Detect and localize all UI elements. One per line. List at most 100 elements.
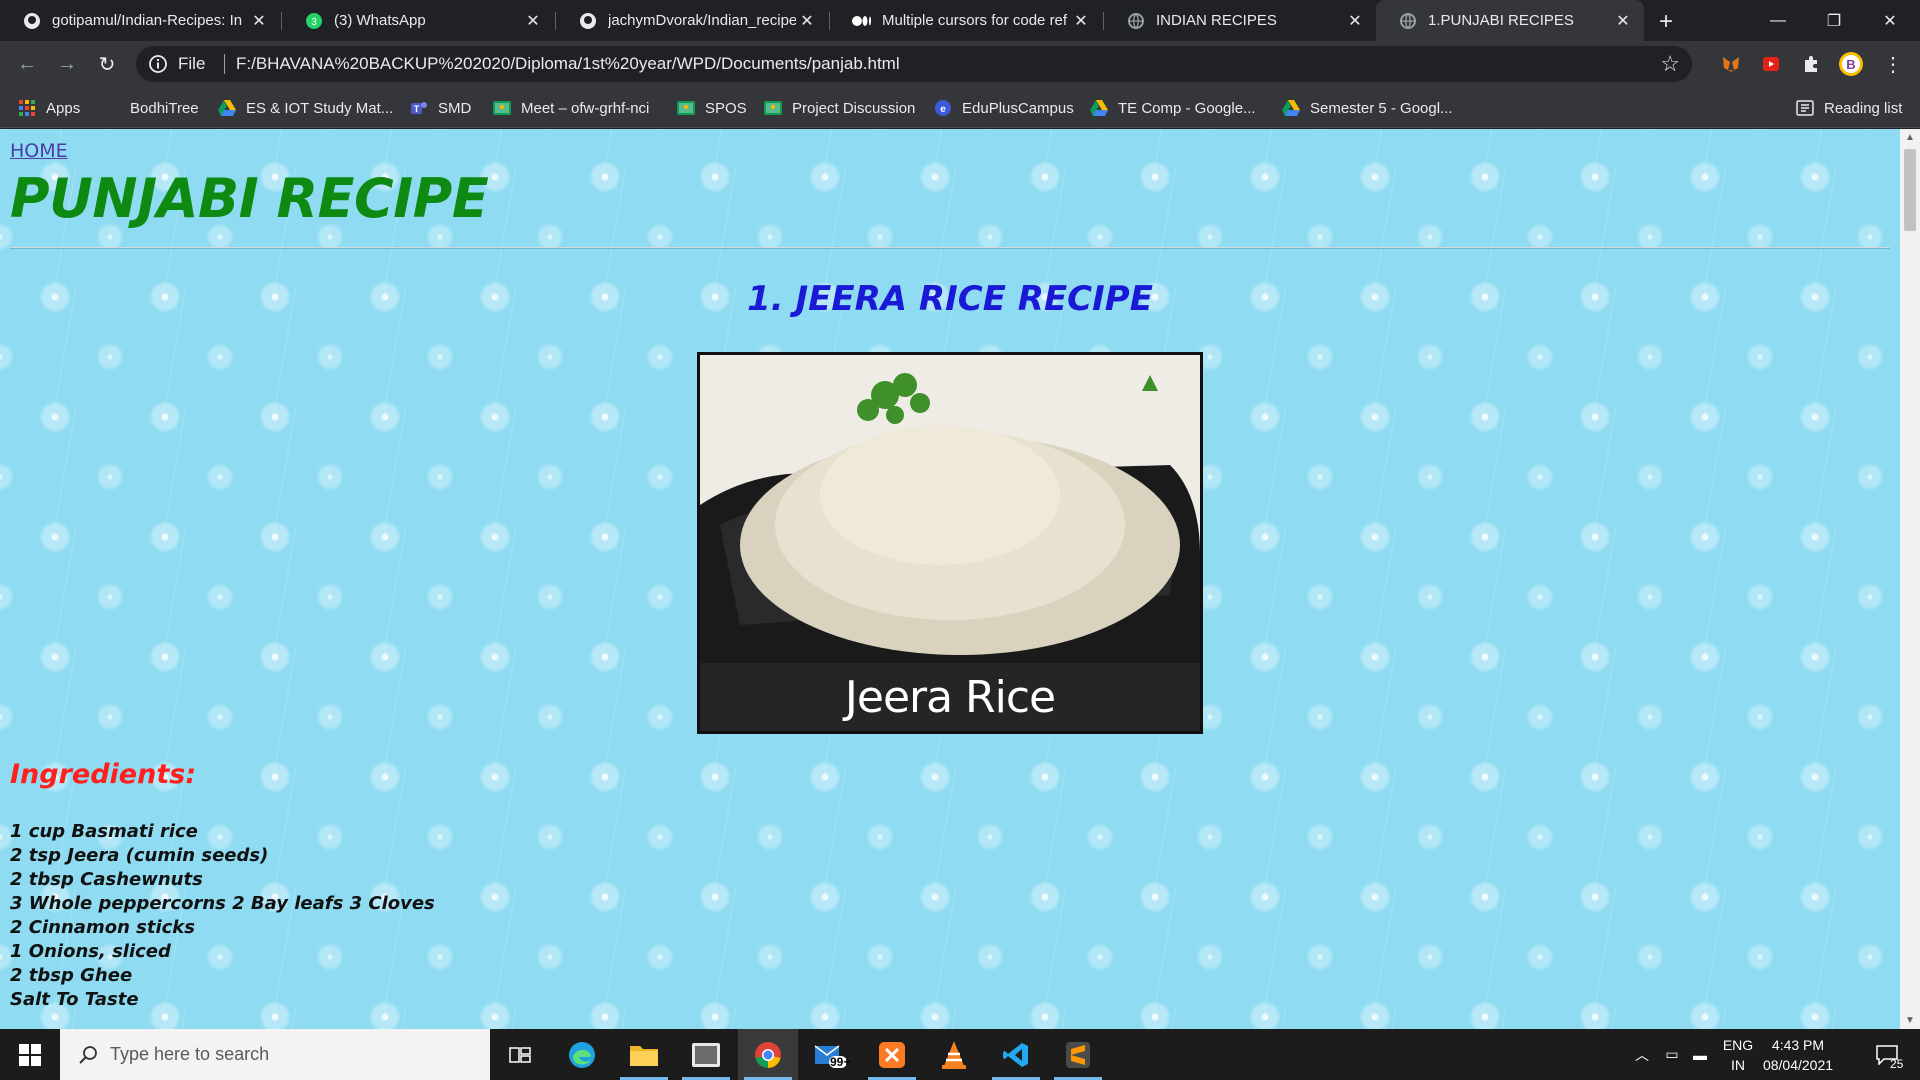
windows-start-button[interactable] bbox=[0, 1029, 60, 1080]
browser-toolbar: ← → ↻ File F:/BHAVANA%20BACKUP%202020/Di… bbox=[0, 41, 1920, 88]
close-icon[interactable]: ✕ bbox=[796, 10, 818, 32]
ingredient-item: 2 tbsp Ghee bbox=[10, 965, 133, 986]
recipe-title: 1. JEERA RICE RECIPE bbox=[747, 279, 1153, 319]
svg-text:B: B bbox=[1846, 57, 1855, 72]
medium-icon bbox=[852, 11, 872, 31]
chrome-menu-icon[interactable]: ⋮ bbox=[1880, 51, 1906, 77]
drive-icon bbox=[218, 99, 236, 117]
profile-avatar[interactable]: B bbox=[1838, 51, 1864, 77]
info-icon[interactable] bbox=[148, 54, 168, 74]
bookmark-semester5[interactable]: Semester 5 - Googl... bbox=[1282, 88, 1453, 128]
taskbar-chrome[interactable] bbox=[738, 1029, 798, 1080]
search-icon bbox=[79, 1045, 97, 1064]
video-icon bbox=[692, 1042, 720, 1067]
ingredient-item: Salt To Taste bbox=[10, 989, 139, 1010]
bookmark-project-discussion[interactable]: Project Discussion bbox=[764, 88, 915, 128]
task-view-button[interactable] bbox=[490, 1029, 550, 1080]
tab-indian-recipes[interactable]: INDIAN RECIPES ✕ bbox=[1104, 0, 1376, 41]
bookmark-smd[interactable]: T SMD bbox=[410, 88, 471, 128]
taskbar-video-editor[interactable] bbox=[676, 1029, 736, 1080]
taskbar-search-box[interactable]: Type here to search bbox=[60, 1029, 490, 1080]
horizontal-rule bbox=[10, 247, 1890, 249]
battery-icon[interactable]: ▬ bbox=[1688, 1029, 1712, 1080]
address-bar[interactable]: File F:/BHAVANA%20BACKUP%202020/Diploma/… bbox=[136, 46, 1692, 82]
page-viewport: HOME PUNJABI RECIPE 1. JEERA RICE RECIPE bbox=[0, 129, 1900, 1029]
ingredients-list: 1 cup Basmati rice 2 tsp Jeera (cumin se… bbox=[10, 820, 435, 1012]
vertical-scrollbar[interactable]: ▲ ▼ bbox=[1900, 129, 1920, 1029]
svg-text:T: T bbox=[414, 104, 420, 114]
reading-list-button[interactable]: Reading list bbox=[1796, 88, 1902, 128]
tab-github-jachym[interactable]: jachymDvorak/Indian_recipe ✕ bbox=[556, 0, 828, 41]
taskbar-sublime[interactable] bbox=[1048, 1029, 1108, 1080]
whatsapp-icon: 3 bbox=[304, 11, 324, 31]
edge-icon bbox=[569, 1041, 595, 1068]
github-icon bbox=[22, 11, 42, 31]
new-tab-button[interactable]: + bbox=[1652, 8, 1680, 36]
page-title: PUNJABI RECIPE bbox=[10, 167, 489, 230]
restore-button[interactable]: ❐ bbox=[1806, 0, 1862, 41]
xampp-icon bbox=[879, 1041, 905, 1068]
tray-overflow-chevron-icon[interactable]: ︿ bbox=[1630, 1029, 1654, 1080]
close-window-button[interactable]: ✕ bbox=[1862, 0, 1918, 41]
vlc-icon bbox=[942, 1040, 966, 1069]
back-button[interactable]: ← bbox=[12, 49, 42, 79]
scroll-up-arrow-icon[interactable]: ▲ bbox=[1900, 129, 1920, 146]
metamask-icon[interactable] bbox=[1718, 51, 1744, 77]
bookmark-spos[interactable]: SPOS bbox=[677, 88, 747, 128]
folder-icon bbox=[630, 1045, 658, 1066]
extensions-puzzle-icon[interactable] bbox=[1798, 51, 1824, 77]
ingredient-item: 2 tsp Jeera (cumin seeds) bbox=[10, 845, 269, 866]
teams-icon: T bbox=[410, 99, 428, 117]
windows-logo-icon bbox=[19, 1043, 41, 1066]
image-caption: Jeera Rice bbox=[700, 663, 1200, 731]
browser-window: gotipamul/Indian-Recipes: In ✕ 3 (3) Wha… bbox=[0, 0, 1920, 1080]
close-icon[interactable]: ✕ bbox=[1070, 10, 1092, 32]
bookmark-star-icon[interactable]: ☆ bbox=[1660, 51, 1680, 77]
taskbar-mail[interactable]: 99+ bbox=[800, 1029, 860, 1080]
bookmark-bodhitree[interactable]: BodhiTree bbox=[130, 88, 199, 128]
tab-github-gotipamul[interactable]: gotipamul/Indian-Recipes: In ✕ bbox=[0, 0, 280, 41]
bookmark-es-iot[interactable]: ES & IOT Study Mat... bbox=[218, 88, 393, 128]
bookmark-eduplus[interactable]: e EduPlusCampus bbox=[934, 88, 1074, 128]
notification-count: 25 bbox=[1890, 1057, 1904, 1071]
close-icon[interactable]: ✕ bbox=[522, 10, 544, 32]
eduplus-icon: e bbox=[934, 99, 952, 117]
ingredient-item: 1 Onions, sliced bbox=[10, 941, 171, 962]
tab-punjabi-recipes[interactable]: 1.PUNJABI RECIPES ✕ bbox=[1376, 0, 1644, 41]
reload-button[interactable]: ↻ bbox=[92, 49, 122, 79]
home-link[interactable]: HOME bbox=[10, 140, 68, 162]
svg-text:e: e bbox=[940, 104, 946, 115]
ingredients-heading: Ingredients: bbox=[10, 759, 197, 790]
taskbar-clock[interactable]: 4:43 PM 08/04/2021 bbox=[1748, 1035, 1848, 1075]
close-icon[interactable]: ✕ bbox=[1612, 10, 1634, 32]
drive-icon bbox=[1090, 99, 1108, 117]
taskbar-xampp[interactable] bbox=[862, 1029, 922, 1080]
bookmark-apps[interactable]: Apps bbox=[18, 88, 80, 128]
taskbar-file-explorer[interactable] bbox=[614, 1029, 674, 1080]
classroom-icon bbox=[764, 99, 782, 117]
svg-text:3: 3 bbox=[311, 17, 317, 28]
close-icon[interactable]: ✕ bbox=[1344, 10, 1366, 32]
meet-now-icon[interactable]: ▭ bbox=[1660, 1029, 1684, 1080]
url-text[interactable]: F:/BHAVANA%20BACKUP%202020/Diploma/1st%2… bbox=[236, 54, 900, 74]
minimize-button[interactable]: — bbox=[1750, 0, 1806, 41]
apps-grid-icon bbox=[18, 99, 36, 117]
tab-medium[interactable]: Multiple cursors for code ref ✕ bbox=[830, 0, 1102, 41]
youtube-extension-icon[interactable] bbox=[1758, 51, 1784, 77]
taskbar-edge[interactable] bbox=[552, 1029, 612, 1080]
task-view-icon bbox=[509, 1046, 531, 1063]
close-icon[interactable]: ✕ bbox=[248, 10, 270, 32]
ingredient-item: 1 cup Basmati rice bbox=[10, 821, 198, 842]
mail-badge: 99+ bbox=[830, 1055, 851, 1069]
notifications-button[interactable]: 25 bbox=[1862, 1029, 1912, 1080]
forward-button[interactable]: → bbox=[52, 49, 82, 79]
bookmark-te-comp[interactable]: TE Comp - Google... bbox=[1090, 88, 1256, 128]
tab-whatsapp[interactable]: 3 (3) WhatsApp ✕ bbox=[282, 0, 554, 41]
scheme-label: File bbox=[178, 54, 206, 73]
scrollbar-thumb[interactable] bbox=[1904, 149, 1916, 231]
taskbar-vlc[interactable] bbox=[924, 1029, 984, 1080]
taskbar-vscode[interactable] bbox=[986, 1029, 1046, 1080]
jeera-rice-image: Jeera Rice bbox=[697, 352, 1203, 734]
scroll-down-arrow-icon[interactable]: ▼ bbox=[1900, 1012, 1920, 1029]
bookmark-meet[interactable]: Meet – ofw-grhf-nci bbox=[493, 88, 649, 128]
